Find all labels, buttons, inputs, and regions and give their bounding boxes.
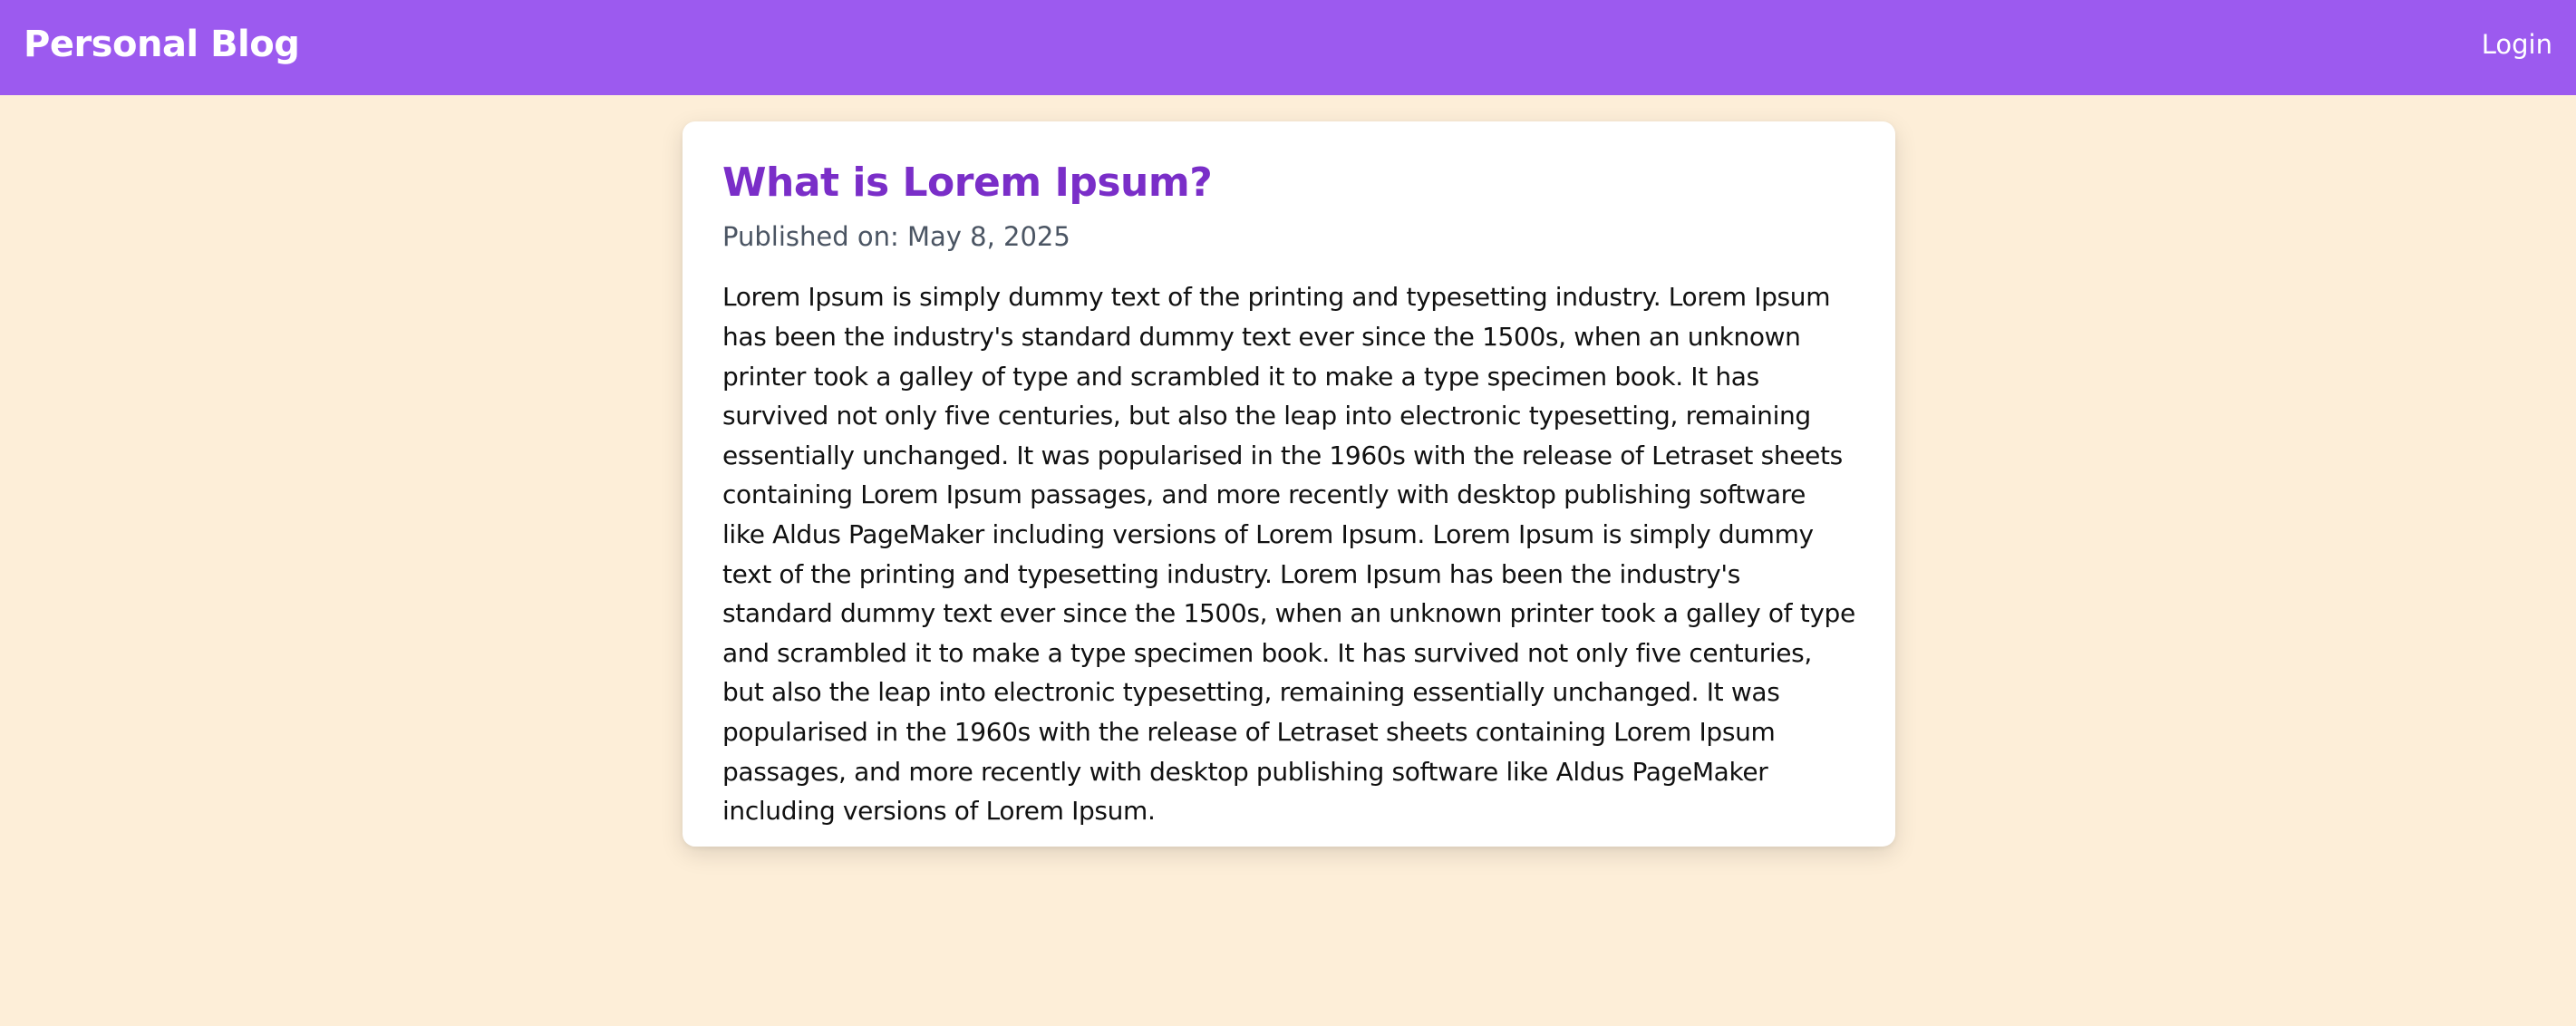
post-body: Lorem Ipsum is simply dummy text of the … xyxy=(722,282,1855,827)
blog-post-card: What is Lorem Ipsum? Published on: May 8… xyxy=(683,121,1895,847)
post-published-date: Published on: May 8, 2025 xyxy=(722,220,1070,252)
top-navbar: Personal Blog Login xyxy=(0,0,2576,95)
site-brand-link[interactable]: Personal Blog xyxy=(24,24,300,65)
post-title: What is Lorem Ipsum? xyxy=(722,160,1213,206)
login-link[interactable]: Login xyxy=(2482,29,2552,60)
